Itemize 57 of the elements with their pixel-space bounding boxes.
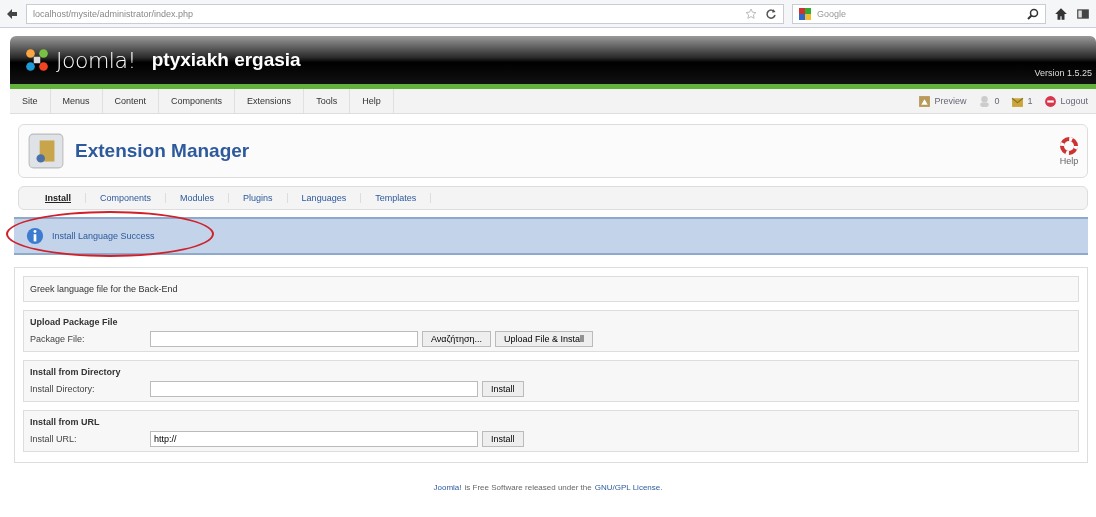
search-engine-icon [799,7,811,20]
menu-item[interactable]: Site [10,89,51,113]
search-icon[interactable] [1027,7,1039,20]
address-bar[interactable]: localhost/mysite/administrator/index.php [26,3,784,24]
logo-text: Joomla! [56,47,136,73]
help-button[interactable]: Help [1059,136,1079,166]
form-button[interactable]: Αναζήτηση... [422,331,491,347]
input-field[interactable]: http:// [150,431,478,447]
field-label: Install Directory: [30,384,96,394]
submenu-tab[interactable]: Templates [361,193,432,203]
submenu-tab[interactable]: Languages [287,193,362,203]
footer-link[interactable]: Joomla! [433,483,462,492]
section-title: Install from URL [30,417,101,427]
status-link[interactable]: Logout [1044,94,1088,108]
version-label: Version 1.5.25 [1034,68,1092,78]
joomla-logo-icon [24,47,50,73]
description-text: Greek language file for the Back-End [30,284,178,294]
status-count[interactable]: 0 [978,94,1000,108]
input-field[interactable] [150,381,478,397]
menu-item[interactable]: Extensions [235,89,305,113]
logout-icon [1044,94,1058,108]
address-text: localhost/mysite/administrator/index.php [33,8,195,19]
menu-item[interactable]: Menus [50,89,103,113]
field-label: Install URL: [30,434,78,444]
preview-icon [918,94,932,108]
site-name: ptyxiakh ergasia [151,49,301,71]
form-button[interactable]: Install [482,431,524,447]
star-icon[interactable] [745,7,757,20]
submenu-tab[interactable]: Install [31,193,86,203]
menu-item[interactable]: Help [350,89,394,113]
submenu-tab[interactable]: Modules [166,193,230,203]
form-button[interactable]: Upload File & Install [495,331,594,347]
submenu-tab[interactable]: Plugins [229,193,288,203]
field-label: Package File: [30,334,86,344]
form-button[interactable]: Install [482,381,524,397]
reload-icon[interactable] [765,7,777,20]
info-icon [26,227,44,245]
page-title: Extension Manager [75,140,250,162]
search-placeholder: Google [817,8,848,19]
bookmarks-icon[interactable] [1076,6,1090,21]
users-icon [978,94,992,108]
footer-text: is Free Software released under the [464,483,592,492]
menu-item[interactable]: Components [159,89,236,113]
footer-link[interactable]: GNU/GPL License. [594,483,663,492]
extension-icon [27,132,65,170]
section-title: Install from Directory [30,367,122,377]
home-icon[interactable] [1054,6,1068,21]
message-text: Install Language Success [52,231,155,241]
section-title: Upload Package File [30,317,119,327]
back-icon[interactable] [6,7,18,20]
menu-item[interactable]: Tools [304,89,351,113]
input-field[interactable] [150,331,418,347]
status-count[interactable]: 1 [1011,94,1033,108]
lifebuoy-icon [1059,136,1079,156]
submenu-tab[interactable]: Components [86,193,167,203]
status-link[interactable]: Preview [918,94,967,108]
menu-item[interactable]: Content [102,89,160,113]
